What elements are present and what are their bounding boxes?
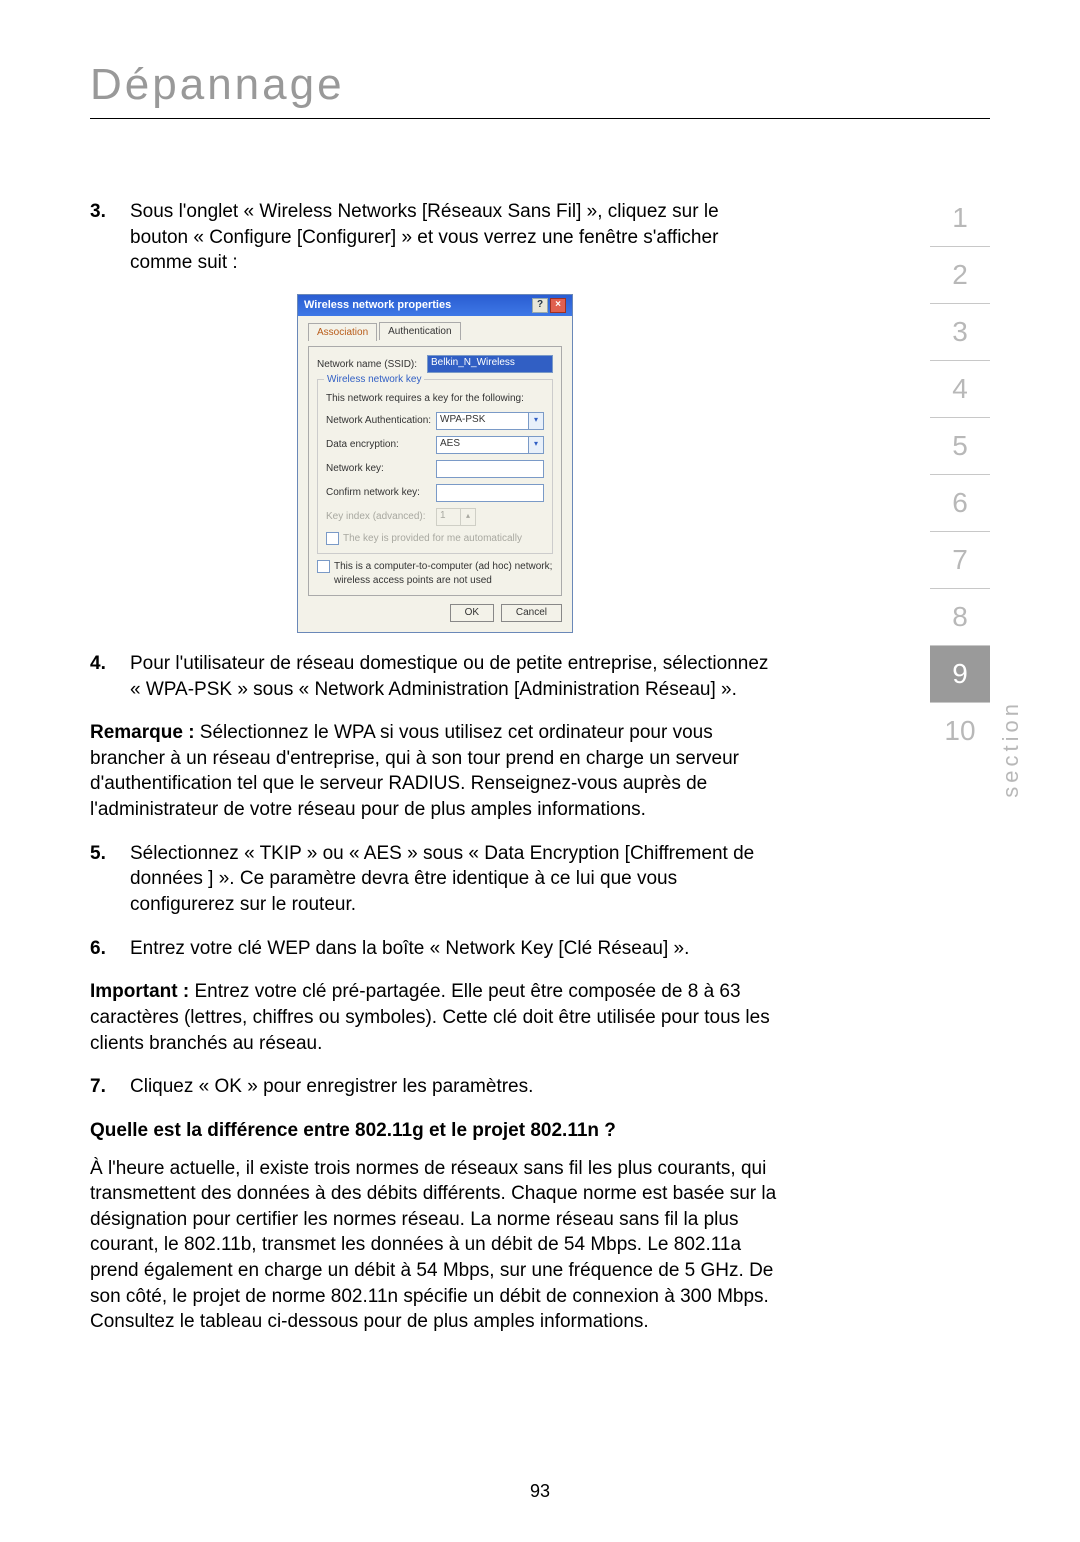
auth-label: Network Authentication: bbox=[326, 414, 436, 428]
section-nav-10[interactable]: 10 bbox=[930, 703, 990, 759]
step-4: 4. Pour l'utilisateur de réseau domestiq… bbox=[90, 651, 780, 702]
page-title: Dépannage bbox=[90, 60, 990, 110]
tab-authentication[interactable]: Authentication bbox=[379, 322, 460, 341]
section-sidebar: 12345678910 bbox=[930, 190, 990, 759]
auto-key-label: The key is provided for me automatically bbox=[343, 532, 522, 546]
close-button[interactable]: × bbox=[550, 298, 566, 313]
dialog-figure: Wireless network properties ? × Associat… bbox=[297, 294, 573, 633]
key-index-label: Key index (advanced): bbox=[326, 510, 436, 524]
section-nav-4[interactable]: 4 bbox=[930, 361, 990, 418]
cancel-button[interactable]: Cancel bbox=[501, 604, 562, 622]
stepper-icon: ▴ bbox=[461, 508, 476, 526]
step-number: 7. bbox=[90, 1074, 130, 1100]
section-label: section bbox=[998, 700, 1024, 798]
step-number: 4. bbox=[90, 651, 130, 702]
step-5: 5. Sélectionnez « TKIP » ou « AES » sous… bbox=[90, 841, 780, 918]
chevron-down-icon[interactable]: ▾ bbox=[529, 412, 544, 430]
confirm-key-label: Confirm network key: bbox=[326, 486, 436, 500]
section-nav-7[interactable]: 7 bbox=[930, 532, 990, 589]
step-text: Sélectionnez « TKIP » ou « AES » sous « … bbox=[130, 841, 780, 918]
section-nav-2[interactable]: 2 bbox=[930, 247, 990, 304]
tab-association[interactable]: Association bbox=[308, 323, 377, 342]
ssid-label: Network name (SSID): bbox=[317, 358, 427, 372]
body-paragraph: À l'heure actuelle, il existe trois norm… bbox=[90, 1156, 780, 1335]
adhoc-label: This is a computer-to-computer (ad hoc) … bbox=[334, 560, 553, 587]
dialog-titlebar: Wireless network properties ? × bbox=[298, 295, 572, 316]
help-button[interactable]: ? bbox=[532, 298, 548, 313]
step-text: Cliquez « OK » pour enregistrer les para… bbox=[130, 1074, 780, 1100]
wireless-properties-dialog: Wireless network properties ? × Associat… bbox=[297, 294, 573, 633]
step-3: 3. Sous l'onglet « Wireless Networks [Ré… bbox=[90, 199, 780, 276]
section-nav-8[interactable]: 8 bbox=[930, 589, 990, 646]
remarque-label: Remarque : bbox=[90, 722, 195, 743]
key-index-input: 1 bbox=[436, 508, 461, 526]
encryption-combo[interactable]: AES bbox=[436, 436, 529, 454]
step-6: 6. Entrez votre clé WEP dans la boîte « … bbox=[90, 936, 780, 962]
page-number: 93 bbox=[0, 1481, 1080, 1502]
encryption-label: Data encryption: bbox=[326, 438, 436, 452]
remarque-paragraph: Remarque : Sélectionnez le WPA si vous u… bbox=[90, 720, 780, 823]
tab-panel: Network name (SSID): Belkin_N_Wireless W… bbox=[308, 346, 562, 596]
section-nav-5[interactable]: 5 bbox=[930, 418, 990, 475]
network-key-label: Network key: bbox=[326, 462, 436, 476]
adhoc-checkbox-row[interactable]: This is a computer-to-computer (ad hoc) … bbox=[317, 560, 553, 587]
section-nav-1[interactable]: 1 bbox=[930, 190, 990, 247]
title-rule bbox=[90, 118, 990, 119]
ssid-input[interactable]: Belkin_N_Wireless bbox=[427, 355, 553, 373]
adhoc-checkbox[interactable] bbox=[317, 560, 330, 573]
section-nav-3[interactable]: 3 bbox=[930, 304, 990, 361]
ok-button[interactable]: OK bbox=[450, 604, 494, 622]
main-content: 3. Sous l'onglet « Wireless Networks [Ré… bbox=[90, 199, 780, 1335]
wireless-key-frame: Wireless network key This network requir… bbox=[317, 379, 553, 554]
important-text: Entrez votre clé pré-partagée. Elle peut… bbox=[90, 981, 770, 1053]
auto-key-checkbox-row: The key is provided for me automatically bbox=[326, 532, 544, 546]
section-nav-9[interactable]: 9 bbox=[930, 646, 990, 703]
step-text: Pour l'utilisateur de réseau domestique … bbox=[130, 651, 780, 702]
important-label: Important : bbox=[90, 981, 189, 1002]
dialog-title-text: Wireless network properties bbox=[304, 298, 451, 313]
subheading: Quelle est la différence entre 802.11g e… bbox=[90, 1118, 780, 1144]
step-number: 3. bbox=[90, 199, 130, 276]
section-nav-6[interactable]: 6 bbox=[930, 475, 990, 532]
step-text: Entrez votre clé WEP dans la boîte « Net… bbox=[130, 936, 780, 962]
step-number: 6. bbox=[90, 936, 130, 962]
step-number: 5. bbox=[90, 841, 130, 918]
step-7: 7. Cliquez « OK » pour enregistrer les p… bbox=[90, 1074, 780, 1100]
step-text: Sous l'onglet « Wireless Networks [Résea… bbox=[130, 199, 780, 276]
auto-key-checkbox bbox=[326, 532, 339, 545]
confirm-key-input[interactable] bbox=[436, 484, 544, 502]
frame-legend: Wireless network key bbox=[324, 373, 424, 387]
auth-combo[interactable]: WPA-PSK bbox=[436, 412, 529, 430]
important-paragraph: Important : Entrez votre clé pré-partagé… bbox=[90, 979, 780, 1056]
network-key-input[interactable] bbox=[436, 460, 544, 478]
chevron-down-icon[interactable]: ▾ bbox=[529, 436, 544, 454]
key-note: This network requires a key for the foll… bbox=[326, 392, 544, 406]
